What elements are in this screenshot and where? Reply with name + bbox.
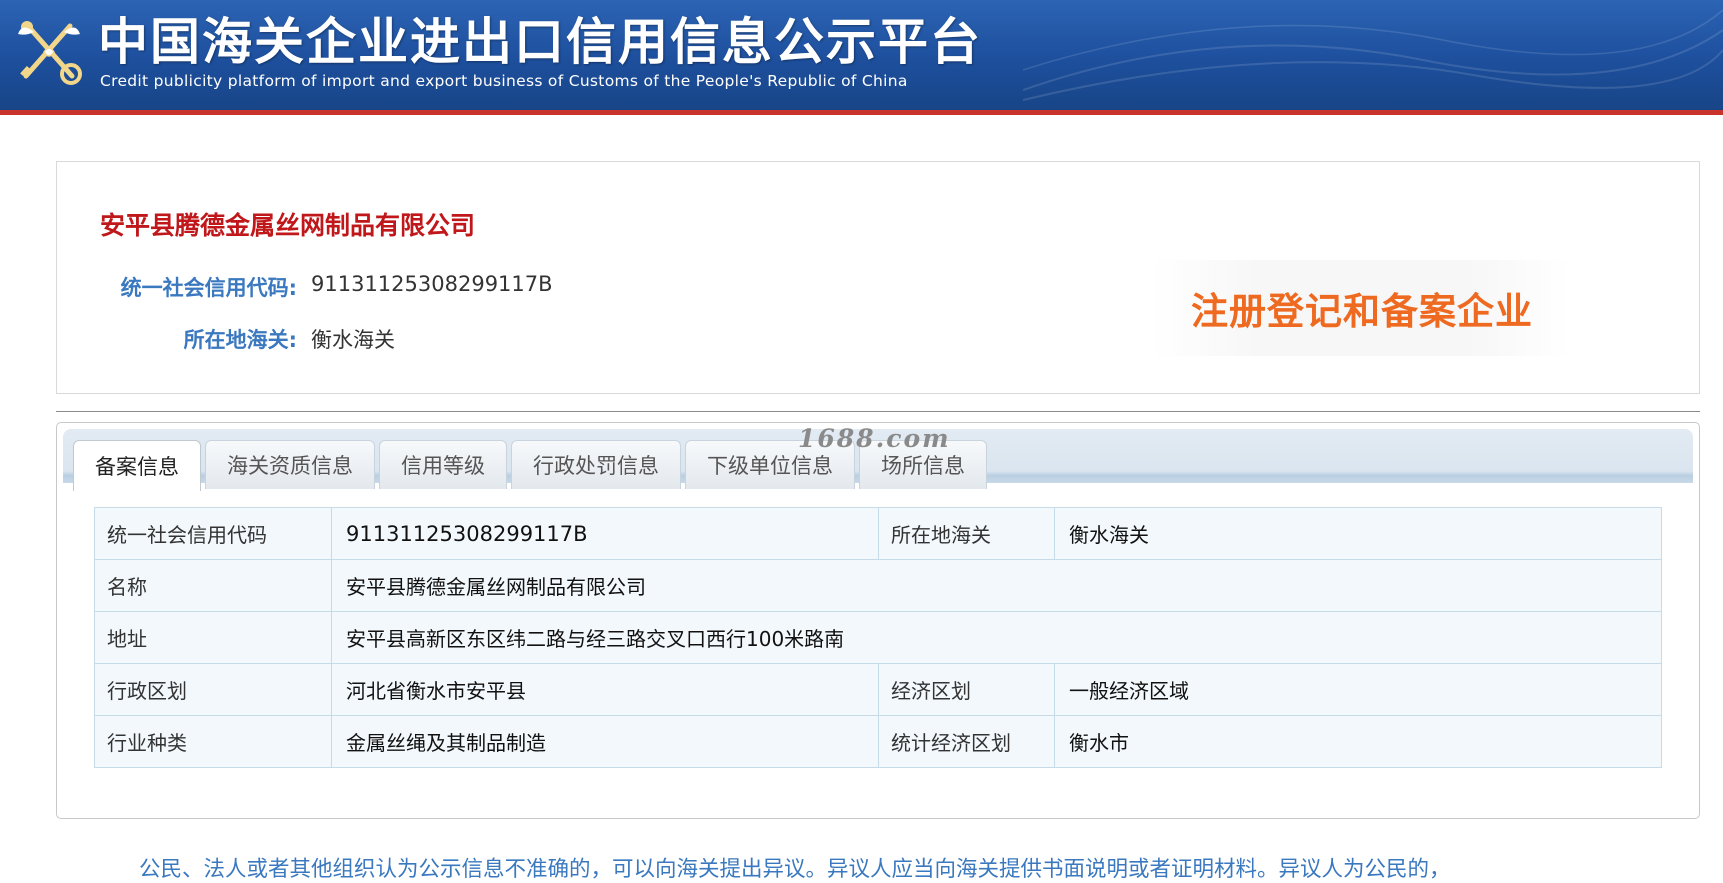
customs-row: 所在地海关: 衡水海关: [57, 324, 395, 354]
customs-label: 所在地海关:: [183, 328, 297, 352]
site-title: 中国海关企业进出口信用信息公示平台: [98, 13, 982, 71]
table-row: 地址 安平县高新区东区纬二路与经三路交叉口西行100米路南: [94, 611, 1662, 664]
table-label-econ-region: 经济区划: [878, 663, 1055, 716]
table-row: 统一社会信用代码 91131125308299117B 所在地海关 衡水海关: [94, 507, 1662, 560]
objection-notice: 公民、法人或者其他组织认为公示信息不准确的，可以向海关提出异议。异议人应当向海关…: [139, 857, 1451, 882]
table-value-customs: 衡水海关: [1054, 507, 1662, 560]
table-value-address: 安平县高新区东区纬二路与经三路交叉口西行100米路南: [331, 611, 1662, 664]
table-label-industry: 行业种类: [94, 715, 332, 768]
tab-credit-rating[interactable]: 信用等级: [379, 440, 507, 489]
table-value-econ-region: 一般经济区域: [1054, 663, 1662, 716]
tab-filing-info[interactable]: 备案信息: [73, 440, 201, 491]
table-label-customs: 所在地海关: [878, 507, 1055, 560]
header-pattern: [1023, 9, 1723, 101]
table-label-name: 名称: [94, 559, 332, 612]
credit-code-value: 91131125308299117B: [311, 272, 553, 296]
company-name: 安平县腾德金属丝网制品有限公司: [100, 211, 476, 240]
tab-administrative-penalty[interactable]: 行政处罚信息: [511, 440, 681, 489]
site-header: 中国海关企业进出口信用信息公示平台 Credit publicity platf…: [0, 0, 1723, 115]
table-row: 行业种类 金属丝绳及其制品制造 统计经济区划 衡水市: [94, 715, 1662, 768]
table-label-admin-region: 行政区划: [94, 663, 332, 716]
table-label-address: 地址: [94, 611, 332, 664]
table-row: 行政区划 河北省衡水市安平县 经济区划 一般经济区域: [94, 663, 1662, 716]
table-value-stat-region: 衡水市: [1054, 715, 1662, 768]
section-divider: [56, 411, 1700, 412]
tab-customs-qualification[interactable]: 海关资质信息: [205, 440, 375, 489]
credit-code-label: 统一社会信用代码:: [120, 276, 297, 300]
filing-info-table: 统一社会信用代码 91131125308299117B 所在地海关 衡水海关 名…: [94, 507, 1662, 768]
table-row: 名称 安平县腾德金属丝网制品有限公司: [94, 559, 1662, 612]
table-value-credit-code: 91131125308299117B: [331, 507, 879, 560]
table-label-stat-region: 统计经济区划: [878, 715, 1055, 768]
watermark: 1688.com: [798, 424, 951, 453]
table-value-admin-region: 河北省衡水市安平县: [331, 663, 879, 716]
customs-value: 衡水海关: [311, 328, 395, 352]
company-summary-card: 安平县腾德金属丝网制品有限公司 统一社会信用代码: 91131125308299…: [56, 161, 1700, 394]
credit-code-row: 统一社会信用代码: 91131125308299117B: [57, 272, 553, 302]
table-value-industry: 金属丝绳及其制品制造: [331, 715, 879, 768]
customs-emblem-icon: [18, 21, 82, 85]
table-label-credit-code: 统一社会信用代码: [94, 507, 332, 560]
status-badge: 注册登记和备案企业: [1152, 260, 1572, 356]
table-value-name: 安平县腾德金属丝网制品有限公司: [331, 559, 1662, 612]
site-subtitle: Credit publicity platform of import and …: [100, 72, 908, 90]
